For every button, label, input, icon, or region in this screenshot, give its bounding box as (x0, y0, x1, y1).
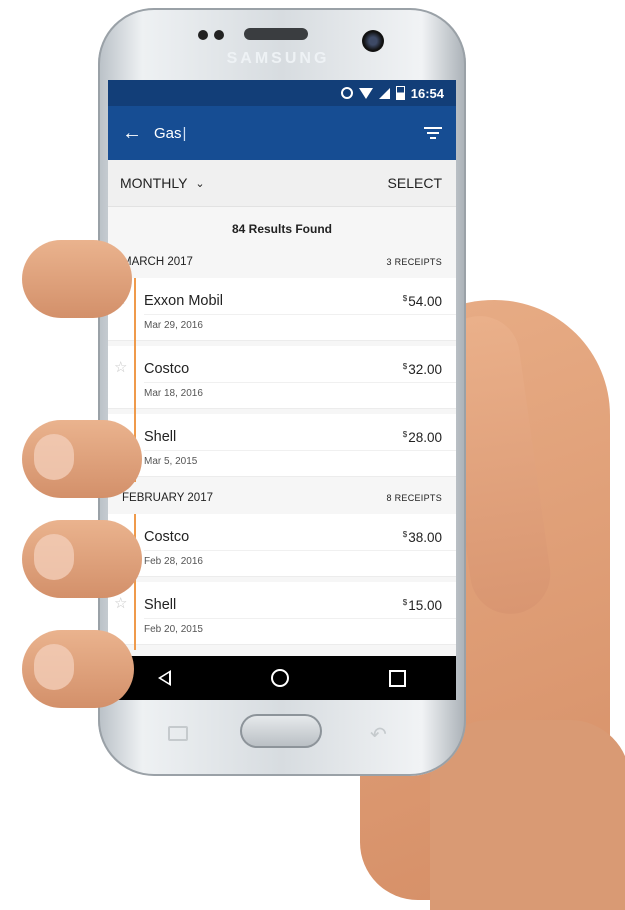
search-input[interactable]: Gas (154, 125, 424, 142)
timeline-accent (134, 346, 136, 414)
receipt-merchant: Shell (144, 597, 177, 613)
fingernail (34, 434, 74, 480)
currency-symbol: $ (402, 598, 408, 607)
section-header: FEBRUARY 2017 8 RECEIPTS (108, 482, 456, 514)
receipt-amount: $38.00 (403, 530, 442, 545)
row-divider (144, 382, 456, 383)
section-label: MARCH 2017 (122, 256, 193, 268)
hardware-recent-key[interactable] (168, 726, 188, 741)
fingernail (34, 644, 74, 690)
receipt-amount: $32.00 (403, 362, 442, 377)
receipt-date: Mar 5, 2015 (144, 456, 198, 467)
amount-value: 32.00 (408, 362, 442, 377)
receipt-date: Feb 28, 2016 (144, 556, 203, 567)
receipt-row[interactable]: ☆ Shell Feb 20, 2015 $15.00 (108, 582, 456, 650)
timeline-accent (134, 278, 136, 346)
hand-finger-ring (22, 520, 142, 598)
status-time: 16:54 (410, 85, 444, 101)
hand-finger-middle (22, 420, 142, 498)
receipt-amount: $54.00 (403, 294, 442, 309)
row-divider (144, 314, 456, 315)
signal-icon (378, 87, 390, 99)
select-button[interactable]: SELECT (388, 175, 442, 191)
period-dropdown[interactable]: MONTHLY ⌄ (120, 175, 205, 191)
earpiece-speaker (244, 28, 308, 40)
hardware-home-button[interactable] (240, 714, 322, 748)
amount-value: 28.00 (408, 430, 442, 445)
section-header: MARCH 2017 3 RECEIPTS (108, 246, 456, 278)
back-arrow-icon[interactable]: ← (122, 122, 142, 145)
currency-symbol: $ (402, 294, 408, 303)
receipt-merchant: Costco (144, 529, 190, 545)
row-divider (144, 450, 456, 451)
receipt-date: Feb 20, 2015 (144, 624, 203, 635)
brand-logo: SAMSUNG (226, 50, 330, 67)
star-icon[interactable]: ☆ (114, 594, 127, 612)
receipt-merchant: Shell (144, 429, 177, 445)
wifi-icon (358, 87, 373, 99)
receipt-row[interactable]: ☆ Exxon Mobil Mar 29, 2016 $54.00 (108, 278, 456, 346)
section-count: 3 RECEIPTS (386, 257, 442, 267)
receipt-row[interactable]: ☆ Costco Mar 18, 2016 $32.00 (108, 346, 456, 414)
receipt-merchant: Exxon Mobil (144, 293, 223, 309)
android-nav-bar (108, 656, 456, 700)
currency-symbol: $ (402, 430, 408, 439)
currency-symbol: $ (402, 530, 408, 539)
receipt-merchant: Costco (144, 361, 190, 377)
chevron-down-icon: ⌄ (195, 177, 205, 190)
nav-home-icon[interactable] (271, 669, 289, 687)
sensor-dots (198, 30, 224, 40)
amount-value: 38.00 (408, 530, 442, 545)
row-divider (144, 550, 456, 551)
filter-icon[interactable] (424, 127, 442, 139)
section-count: 8 RECEIPTS (386, 493, 442, 503)
row-divider (144, 618, 456, 619)
amount-value: 54.00 (408, 294, 442, 309)
battery-icon (395, 86, 405, 100)
alarm-icon (340, 87, 353, 99)
hand-finger-index (22, 240, 132, 318)
hand-finger-little (22, 630, 134, 708)
receipt-list: 84 Results Found MARCH 2017 3 RECEIPTS ☆… (108, 207, 456, 659)
app-bar: ← Gas (108, 106, 456, 160)
timeline-accent (134, 582, 136, 650)
results-summary: 84 Results Found (231, 222, 332, 236)
filter-bar: MONTHLY ⌄ SELECT (108, 160, 456, 207)
fingernail (34, 534, 74, 580)
receipt-amount: $28.00 (403, 430, 442, 445)
hand-wrist (430, 720, 625, 910)
status-bar: 16:54 (108, 80, 456, 106)
phone-screen: 16:54 ← Gas MONTHLY ⌄ SELECT 84 Results … (108, 80, 456, 700)
nav-recent-icon[interactable] (389, 669, 406, 687)
receipt-date: Mar 29, 2016 (144, 320, 203, 331)
period-label: MONTHLY (120, 175, 188, 191)
receipt-row[interactable]: ☆ Shell Mar 5, 2015 $28.00 (108, 414, 456, 482)
receipt-amount: $15.00 (403, 598, 442, 613)
section-label: FEBRUARY 2017 (122, 492, 213, 504)
amount-value: 15.00 (408, 598, 442, 613)
receipt-date: Mar 18, 2016 (144, 388, 203, 399)
nav-back-icon[interactable] (158, 670, 171, 686)
star-icon[interactable]: ☆ (114, 358, 127, 376)
front-camera (362, 30, 384, 52)
currency-symbol: $ (402, 362, 408, 371)
hardware-back-key[interactable]: ↶ (370, 722, 387, 747)
receipt-row[interactable]: ☆ Costco Feb 28, 2016 $38.00 (108, 514, 456, 582)
phone-device: SAMSUNG 16:54 ← Gas MONTHLY ⌄ SELECT 84 … (98, 8, 466, 776)
